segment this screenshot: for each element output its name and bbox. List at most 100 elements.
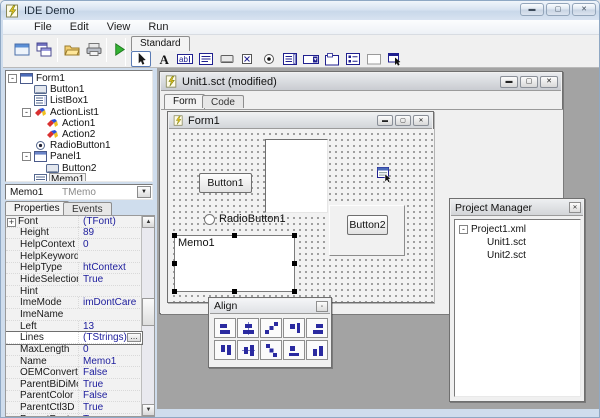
property-row-helpcontext[interactable]: HelpContext0 [6,239,142,251]
property-row-maxlength[interactable]: MaxLength0 [6,344,142,356]
tree-node-action2[interactable]: Action2 [6,129,152,140]
tab-events[interactable]: Events [63,202,112,215]
palette-memo-icon[interactable] [196,51,216,67]
align-titlebar[interactable]: Align ▫ [210,299,330,314]
tab-form[interactable]: Form [164,94,205,109]
design-radiobutton1-label[interactable]: RadioButton1 [219,213,286,225]
align-right-edges-button[interactable] [306,318,328,338]
selection-handle[interactable] [292,233,297,238]
property-grid-scrollbar[interactable]: ▲ ▼ [141,216,154,416]
editor-titlebar[interactable]: Unit1.sct (modified) ▬ ▢ ✕ [161,73,561,91]
property-row-font[interactable]: +Font (TFont) [6,216,142,228]
selection-handle[interactable] [292,261,297,266]
tab-properties[interactable]: Properties [5,201,69,216]
design-memo1[interactable]: Memo1 [174,235,295,292]
scroll-down-icon[interactable]: ▼ [142,404,155,416]
collapse-icon[interactable]: - [459,225,468,234]
align-top-edges-button[interactable] [214,340,236,360]
property-row-helpkeyword[interactable]: HelpKeyword [6,251,142,263]
design-listbox1[interactable] [265,139,328,213]
design-button2[interactable]: Button2 [347,215,388,235]
property-row-hideselection[interactable]: HideSelectionTrue [6,274,142,286]
align-vertical-centers-button[interactable] [237,340,259,360]
minimize-icon[interactable]: ▬ [500,76,518,88]
space-equally-vertically-button[interactable] [260,340,282,360]
design-button1[interactable]: Button1 [199,173,252,193]
tree-node-unit2[interactable]: Unit2.sct [455,249,580,262]
ellipsis-button[interactable]: … [127,333,141,342]
maximize-icon[interactable]: ▢ [520,76,538,88]
tree-node-listbox1[interactable]: ListBox1 [6,95,152,106]
view-units-icon[interactable] [33,39,54,60]
selection-handle[interactable] [172,233,177,238]
palette-panel-icon[interactable] [364,51,384,67]
close-icon[interactable]: ✕ [572,3,596,16]
tree-node-memo1[interactable]: Memo1 [6,174,152,182]
property-row-left[interactable]: Left13 [6,321,142,333]
open-icon[interactable] [61,39,82,60]
close-icon[interactable]: ✕ [569,202,581,213]
palette-check-list-icon[interactable] [343,51,363,67]
menu-edit[interactable]: Edit [61,21,98,33]
palette-button-icon[interactable] [217,51,237,67]
form-titlebar[interactable]: Form1 ▬ ▢ ✕ [169,113,432,129]
tree-node-form1[interactable]: - Form1 [6,73,152,84]
design-actionlist-icon[interactable] [376,166,393,183]
collapse-icon[interactable]: - [22,152,31,161]
tab-standard[interactable]: Standard [131,36,190,51]
form-canvas[interactable]: Button1 RadioButton1 Button2 Memo1 [169,129,434,302]
design-radiobutton1-circle[interactable] [204,214,215,225]
tree-node-unit1[interactable]: Unit1.sct [455,236,580,249]
selection-handle[interactable] [232,233,237,238]
scrollbar-thumb[interactable] [142,298,155,326]
tab-code[interactable]: Code [202,95,244,108]
property-row-parentctl3d[interactable]: ParentCtl3DTrue [6,402,142,414]
palette-label-icon[interactable]: A [154,51,174,67]
tree-node-button1[interactable]: Button1 [6,84,152,95]
tree-node-project1[interactable]: - Project1.xml [455,223,580,236]
property-row-height[interactable]: Height89 [6,228,142,240]
close-icon[interactable]: ▫ [316,301,328,312]
project-manager-titlebar[interactable]: Project Manager ✕ [451,200,583,216]
palette-combo-box-icon[interactable] [301,51,321,67]
main-titlebar[interactable]: IDE Demo ▬ ▢ ✕ [1,1,600,20]
align-horizontal-centers-button[interactable] [237,318,259,338]
align-left-edges-button[interactable] [214,318,236,338]
tree-node-button2[interactable]: Button2 [6,163,152,174]
center-vertically-in-window-button[interactable] [283,340,305,360]
align-bottom-edges-button[interactable] [306,340,328,360]
design-panel1[interactable]: Button2 [329,205,405,256]
property-row-imemode[interactable]: ImeModeimDontCare [6,297,142,309]
palette-action-list-icon[interactable] [385,51,405,67]
property-row-parentfont[interactable]: ParentFontTrue [6,414,142,417]
minimize-icon[interactable]: ▬ [520,3,544,16]
expand-icon[interactable]: + [7,218,16,227]
run-icon[interactable] [109,39,130,60]
scroll-up-icon[interactable]: ▲ [142,216,155,228]
selection-handle[interactable] [292,289,297,294]
property-row-imename[interactable]: ImeName [6,309,142,321]
menu-view[interactable]: View [98,21,140,33]
tree-node-action1[interactable]: Action1 [6,118,152,129]
center-horizontally-in-window-button[interactable] [283,318,305,338]
tree-node-actionlist1[interactable]: - ActionList1 [6,107,152,118]
property-row-lines[interactable]: Lines (TStrings) … [6,332,142,344]
palette-checkbox-icon[interactable] [238,51,258,67]
collapse-icon[interactable]: - [22,108,31,117]
palette-edit-icon[interactable]: ab [175,51,195,67]
minimize-icon[interactable]: ▬ [377,115,393,126]
property-row-parentbidimode[interactable]: ParentBiDiModeTrue [6,379,142,391]
selection-handle[interactable] [172,261,177,266]
menu-run[interactable]: Run [139,21,177,33]
tree-node-panel1[interactable]: - Panel1 [6,151,152,162]
save-icon[interactable] [83,39,104,60]
chevron-down-icon[interactable]: ▼ [137,186,151,198]
property-row-name[interactable]: NameMemo1 [6,356,142,368]
selection-handle[interactable] [232,289,237,294]
property-row-hint[interactable]: Hint [6,286,142,298]
property-row-parentcolor[interactable]: ParentColorFalse [6,391,142,403]
menu-file[interactable]: File [25,21,61,33]
collapse-icon[interactable]: - [8,74,17,83]
selection-handle[interactable] [172,289,177,294]
maximize-icon[interactable]: ▢ [395,115,411,126]
